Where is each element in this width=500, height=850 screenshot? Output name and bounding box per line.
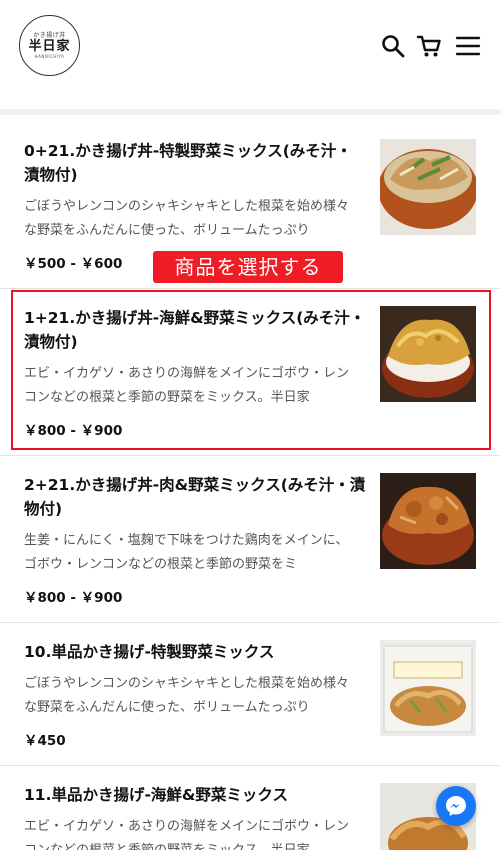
select-product-callout: 商品を選択する — [153, 251, 343, 283]
product-name[interactable]: 11.単品かき揚げ-海鮮&野菜ミックス — [24, 783, 366, 807]
logo-bottom-text: HANNICHIYA — [34, 53, 65, 59]
logo-main-text: 半日家 — [28, 38, 71, 54]
product-description: ごぼうやレンコンのシャキシャキとした根菜を始め様々な野菜をふんだんに使った、ボリ… — [24, 199, 350, 238]
product-price: ￥800 - ￥900 — [24, 423, 123, 439]
product-item[interactable]: 2+21.かき揚げ丼-肉&野菜ミックス(みそ汁・漬物付) 生姜・にんにく・塩麹で… — [0, 456, 500, 623]
product-image[interactable] — [380, 139, 476, 235]
product-name[interactable]: 2+21.かき揚げ丼-肉&野菜ミックス(みそ汁・漬物付) — [24, 473, 366, 521]
site-logo[interactable]: かき揚げ丼 半日家 HANNICHIYA — [19, 15, 80, 76]
product-description: ごぼうやレンコンのシャキシャキとした根菜を始め様々な野菜をふんだんに使った、ボリ… — [24, 676, 350, 715]
search-icon[interactable] — [380, 33, 406, 59]
logo-top-text: かき揚げ丼 — [33, 31, 66, 39]
product-price: ￥800 - ￥900 — [24, 590, 123, 606]
product-price: ￥500 - ￥600 — [24, 256, 123, 272]
product-item[interactable]: 1+21.かき揚げ丼-海鮮&野菜ミックス(みそ汁・漬物付) エビ・イカゲソ・あさ… — [0, 289, 500, 456]
product-description: 生姜・にんにく・塩麹で下味をつけた鶏肉をメインに、ゴボウ・レンコンなどの根菜と季… — [24, 533, 349, 572]
product-price: ￥450 — [24, 733, 66, 749]
product-item[interactable]: 11.単品かき揚げ-海鮮&野菜ミックス エビ・イカゲソ・あさりの海鮮をメインにゴ… — [0, 766, 500, 850]
menu-icon[interactable] — [455, 33, 481, 59]
cart-icon[interactable] — [416, 33, 442, 59]
product-name[interactable]: 10.単品かき揚げ-特製野菜ミックス — [24, 640, 366, 664]
product-name[interactable]: 0+21.かき揚げ丼-特製野菜ミックス(みそ汁・漬物付) — [24, 139, 366, 187]
product-item[interactable]: 10.単品かき揚げ-特製野菜ミックス ごぼうやレンコンのシャキシャキとした根菜を… — [0, 623, 500, 766]
page: かき揚げ丼 半日家 HANNICHIYA 0+21.かき揚げ丼-特製野菜ミックス… — [0, 0, 500, 850]
product-image[interactable] — [380, 306, 476, 402]
product-name[interactable]: 1+21.かき揚げ丼-海鮮&野菜ミックス(みそ汁・漬物付) — [24, 306, 366, 354]
messenger-icon — [446, 796, 466, 816]
site-header: かき揚げ丼 半日家 HANNICHIYA — [0, 0, 500, 115]
product-description: エビ・イカゲソ・あさりの海鮮をメインにゴボウ・レンコンなどの根菜と季節の野菜をミ… — [24, 819, 350, 850]
product-image[interactable] — [380, 640, 476, 736]
product-description: エビ・イカゲソ・あさりの海鮮をメインにゴボウ・レンコンなどの根菜と季節の野菜をミ… — [24, 366, 350, 405]
messenger-chat-button[interactable] — [436, 786, 476, 826]
product-image[interactable] — [380, 473, 476, 569]
